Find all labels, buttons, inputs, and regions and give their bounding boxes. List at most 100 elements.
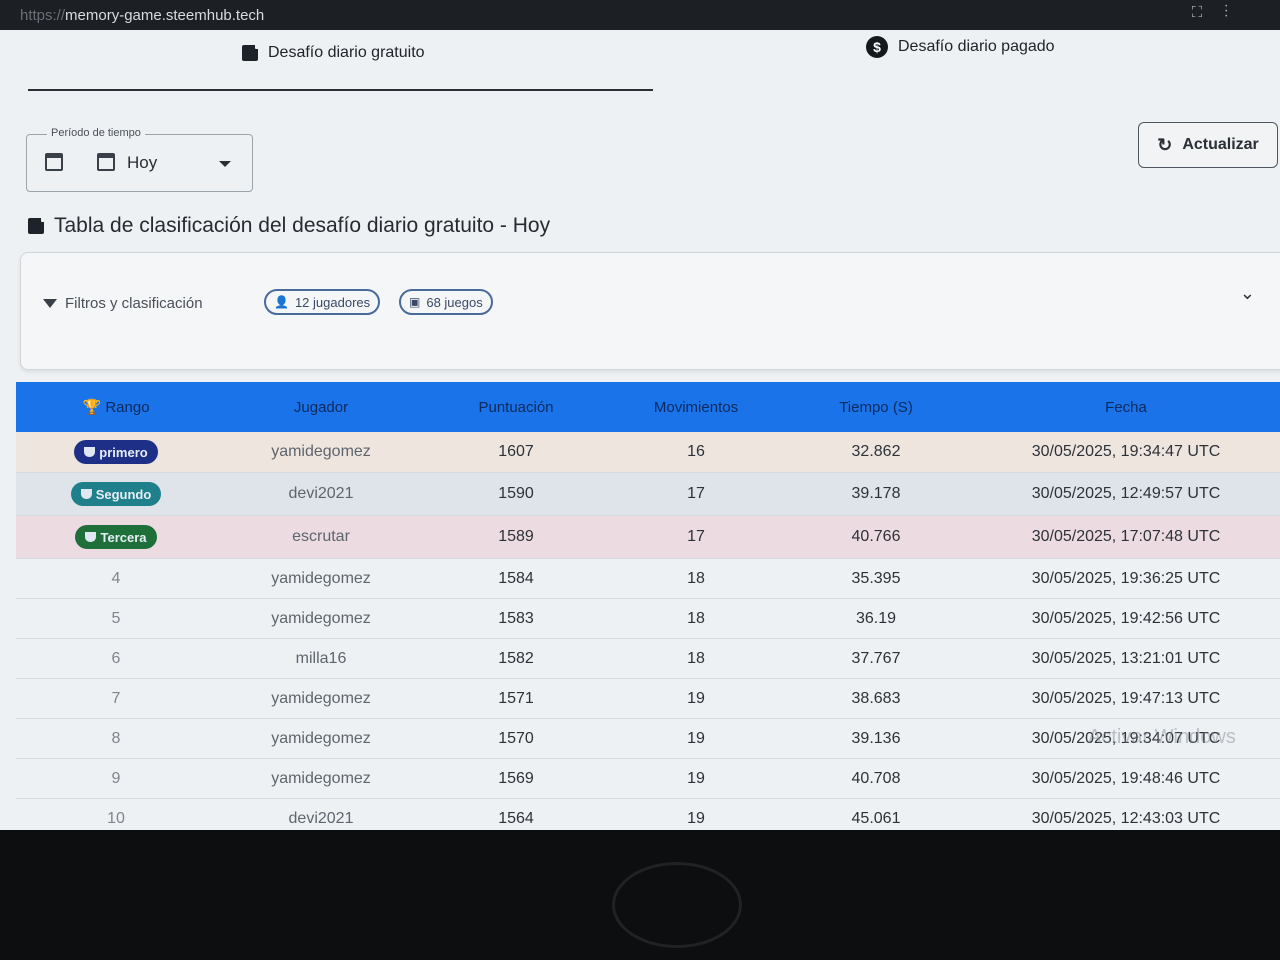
address-bar[interactable]: https://memory-game.steemhub.tech [20, 7, 264, 24]
time: 36.19 [855, 609, 897, 627]
browser-bar: https://memory-game.steemhub.tech ⛶⋮ [0, 0, 1280, 32]
time: 38.683 [851, 689, 901, 707]
time: 37.767 [851, 649, 901, 667]
time: 45.061 [851, 809, 901, 827]
filters-label: Filtros y clasificación [65, 295, 203, 312]
moves: 16 [687, 443, 705, 460]
refresh-button[interactable]: ↻ Actualizar [1138, 122, 1278, 168]
header-moves[interactable]: Movimientos [606, 399, 786, 416]
laptop-logo [612, 862, 742, 948]
score: 1570 [498, 729, 534, 747]
date: 30/05/2025, 19:48:46 UTC [1031, 769, 1221, 787]
moves: 19 [687, 729, 705, 747]
url-host: memory-game.steemhub.tech [65, 7, 265, 24]
rank-badge-third: Tercera [75, 525, 157, 549]
menu-icon[interactable]: ⋮ [1224, 4, 1250, 21]
page: Desafío diario gratuito $ Desafío diario… [0, 30, 1280, 830]
date: 30/05/2025, 13:21:01 UTC [1031, 649, 1221, 667]
period-value: Hoy [127, 153, 158, 172]
tab-paid-challenge[interactable]: $ Desafío diario pagado [866, 36, 1055, 58]
activation-watermark: Activar Windows [1088, 726, 1236, 748]
games-count: 68 juegos [426, 294, 483, 310]
trophy-icon [85, 532, 97, 542]
fullscreen-icon[interactable]: ⛶ [1192, 4, 1225, 21]
header-player[interactable]: Jugador [216, 399, 426, 416]
trophy-icon [80, 489, 92, 499]
tab-free-challenge[interactable]: Desafío diario gratuito [242, 42, 425, 62]
filters-panel[interactable]: Filtros y clasificación 👤 12 jugadores ▣… [20, 252, 1280, 370]
player-name: yamidegomez [271, 609, 371, 627]
moves: 17 [687, 485, 705, 502]
date: 30/05/2025, 12:43:03 UTC [1031, 809, 1221, 827]
score: 1589 [498, 528, 534, 545]
filters-header[interactable]: Filtros y clasificación [43, 295, 203, 312]
time: 39.136 [851, 729, 901, 747]
player-name: yamidegomez [271, 729, 371, 747]
score: 1582 [498, 649, 534, 667]
moves: 18 [687, 609, 705, 627]
player-name: escrutar [292, 528, 350, 545]
period-label: Período de tiempo [47, 127, 145, 139]
games-count-chip: ▣ 68 juegos [399, 289, 493, 315]
caret-down-icon[interactable] [219, 161, 231, 167]
rank: 5 [111, 609, 121, 627]
person-icon: 👤 [274, 295, 289, 309]
time: 39.178 [851, 485, 901, 502]
score: 1569 [498, 769, 534, 787]
calendar-icon[interactable] [45, 153, 63, 171]
table-header: 🏆 Rango Jugador Puntuación Movimientos T… [16, 382, 1280, 432]
table-row: 5 yamidegomez 1583 18 36.19 30/05/2025, … [16, 599, 1280, 639]
rank-badge-second: Segundo [70, 482, 162, 506]
refresh-label: Actualizar [1182, 136, 1259, 153]
dollar-icon: $ [866, 36, 888, 58]
table-row: Segundo devi2021 1590 17 39.178 30/05/20… [16, 473, 1280, 516]
rank: 9 [111, 769, 121, 787]
date: 30/05/2025, 19:34:47 UTC [1031, 443, 1221, 460]
chevron-down-icon[interactable]: ⌄ [1240, 283, 1255, 304]
rank: 10 [107, 809, 125, 827]
header-score[interactable]: Puntuación [426, 399, 606, 416]
moves: 19 [687, 809, 705, 827]
rank: 4 [111, 569, 121, 587]
player-name: devi2021 [288, 809, 354, 827]
table-row: 10 devi2021 1564 19 45.061 30/05/2025, 1… [16, 799, 1280, 830]
moves: 19 [687, 689, 705, 707]
leaderboard-title: Tabla de clasificación del desafío diari… [28, 214, 550, 238]
date: 30/05/2025, 12:49:57 UTC [1031, 485, 1221, 502]
rank: 6 [111, 649, 121, 667]
score: 1583 [498, 609, 534, 627]
player-name: yamidegomez [271, 569, 371, 587]
table-row: Tercera escrutar 1589 17 40.766 30/05/20… [16, 516, 1280, 559]
active-tab-indicator [28, 89, 653, 91]
table-row: 7 yamidegomez 1571 19 38.683 30/05/2025,… [16, 679, 1280, 719]
period-select[interactable]: Período de tiempo Hoy [26, 127, 253, 192]
moves: 17 [687, 528, 705, 545]
date: 30/05/2025, 19:47:13 UTC [1031, 689, 1221, 707]
score: 1571 [498, 689, 534, 707]
leaderboard-table: 🏆 Rango Jugador Puntuación Movimientos T… [16, 382, 1280, 830]
header-date[interactable]: Fecha [966, 399, 1280, 416]
table-row: 6 milla16 1582 18 37.767 30/05/2025, 13:… [16, 639, 1280, 679]
score: 1564 [498, 809, 534, 827]
leaderboard-title-text: Tabla de clasificación del desafío diari… [54, 214, 551, 237]
date: 30/05/2025, 17:07:48 UTC [1031, 528, 1221, 545]
table-row: 9 yamidegomez 1569 19 40.708 30/05/2025,… [16, 759, 1280, 799]
score: 1590 [498, 485, 534, 502]
date: 30/05/2025, 19:36:25 UTC [1031, 569, 1221, 587]
header-rank[interactable]: 🏆 Rango [16, 398, 216, 416]
calendar-icon [97, 153, 115, 171]
table-row: primero yamidegomez 1607 16 32.862 30/05… [16, 432, 1280, 473]
rank-badge-first: primero [74, 440, 158, 464]
player-name: devi2021 [288, 485, 354, 502]
url-scheme: https:// [20, 7, 66, 24]
players-count-chip: 👤 12 jugadores [264, 289, 381, 315]
header-time[interactable]: Tiempo (S) [786, 399, 966, 416]
player-name: yamidegomez [271, 769, 371, 787]
players-count: 12 jugadores [294, 294, 371, 310]
player-name: yamidegomez [271, 443, 371, 460]
rank: 7 [111, 689, 121, 707]
games-icon: ▣ [409, 295, 421, 309]
score: 1584 [498, 569, 534, 587]
browser-window-icons: ⛶⋮ [1192, 4, 1250, 21]
moves: 19 [687, 769, 705, 787]
